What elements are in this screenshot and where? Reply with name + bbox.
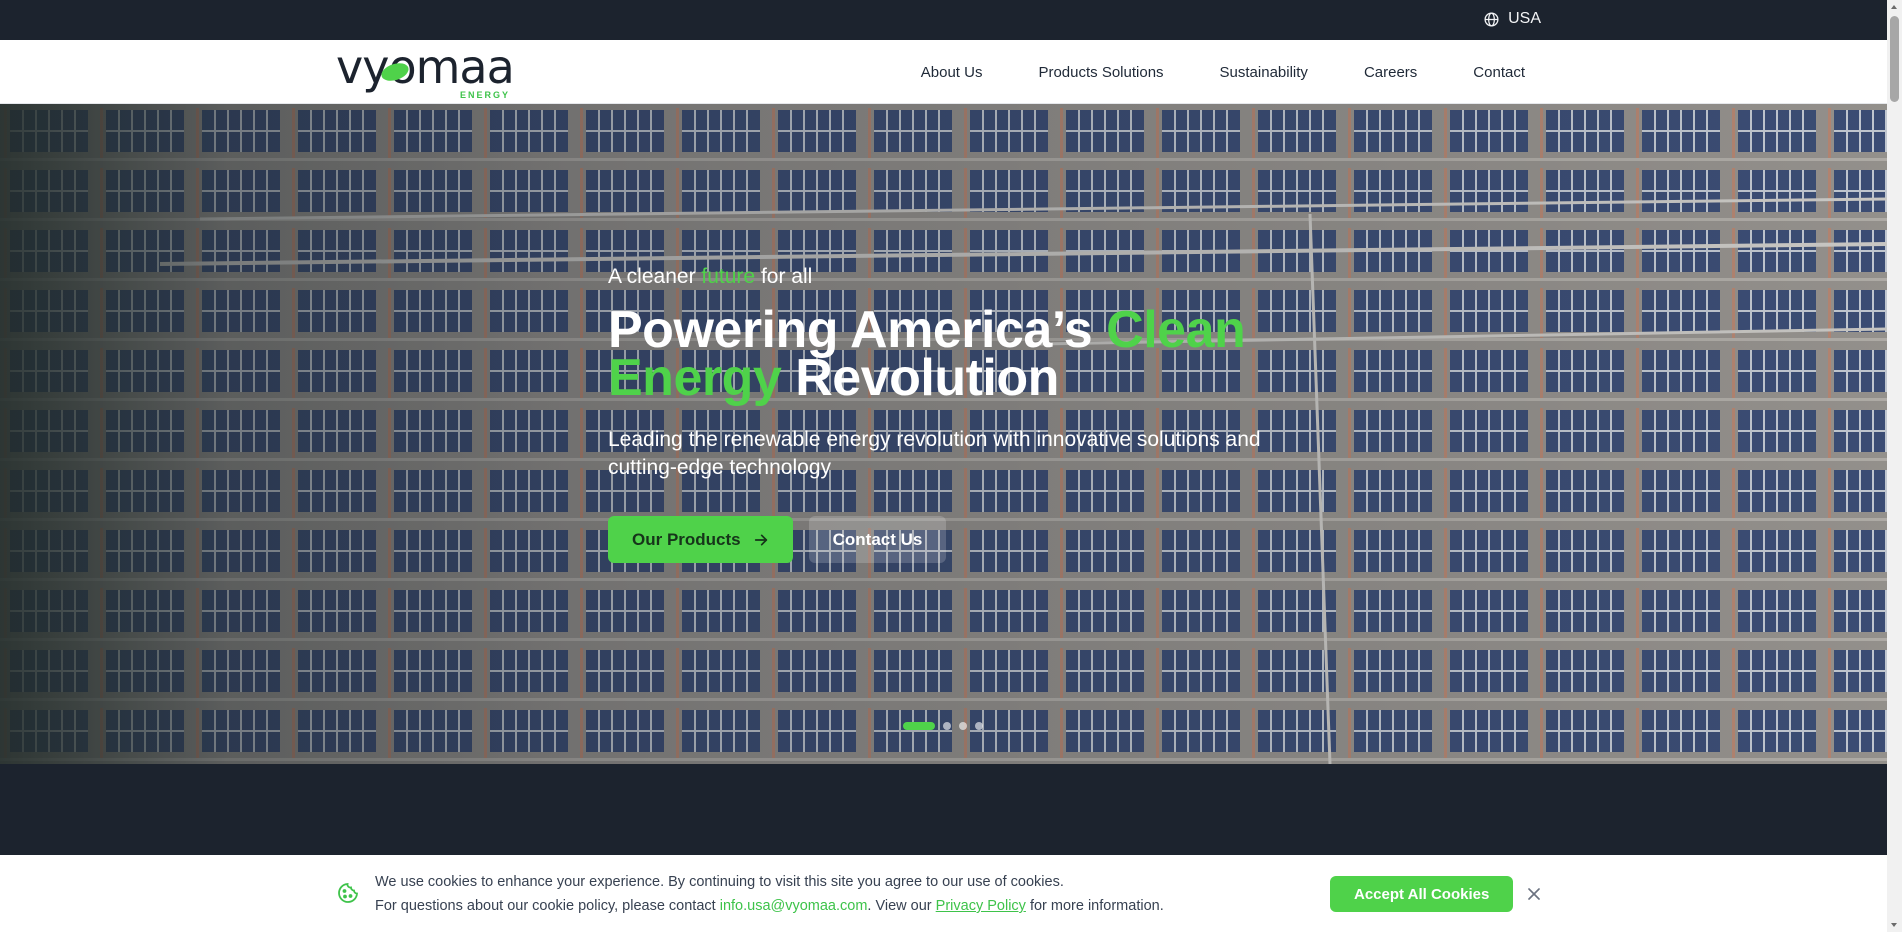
region-selector[interactable]: USA [1483, 10, 1541, 28]
brand-wordmark: vyomaa [336, 40, 515, 94]
scrollbar-thumb[interactable] [1890, 16, 1899, 102]
contact-us-button[interactable]: Contact Us [808, 516, 947, 563]
cookie-email-link[interactable]: info.usa@vyomaa.com [720, 898, 868, 914]
carousel-dot-3[interactable] [959, 722, 967, 730]
close-icon[interactable] [1524, 884, 1544, 904]
nav-links: About Us Products Solutions Sustainabili… [921, 40, 1525, 104]
nav-products-solutions[interactable]: Products Solutions [1038, 64, 1163, 81]
cookie-line-1: We use cookies to enhance your experienc… [375, 874, 1064, 890]
nav-contact[interactable]: Contact [1473, 64, 1525, 81]
leaf-icon [381, 63, 409, 81]
hero-headline: Powering America’s Clean Energy Revoluti… [608, 301, 1246, 407]
privacy-policy-link[interactable]: Privacy Policy [936, 898, 1026, 914]
brand-tagline: ENERGY [460, 90, 511, 100]
page-scrollbar[interactable] [1887, 0, 1902, 932]
region-label: USA [1508, 10, 1541, 27]
hero-buttons: Our Products Contact Us [608, 516, 1328, 563]
hero-eyebrow: A cleaner future for all [608, 265, 813, 288]
carousel-dots [903, 722, 983, 730]
carousel-dot-4[interactable] [975, 722, 983, 730]
main-navigation: vyomaa ENERGY About Us Products Solution… [0, 40, 1887, 104]
nav-about-us[interactable]: About Us [921, 64, 983, 81]
nav-sustainability[interactable]: Sustainability [1220, 64, 1308, 81]
globe-icon [1484, 11, 1499, 27]
hero-content: A cleaner future for all Powering Americ… [608, 264, 1328, 563]
cookie-message: We use cookies to enhance your experienc… [375, 870, 1164, 918]
carousel-dot-1[interactable] [903, 722, 935, 730]
scroll-down-icon[interactable] [1891, 923, 1897, 927]
cookie-line-2: For questions about our cookie policy, p… [375, 898, 1164, 914]
brand-logo[interactable]: vyomaa ENERGY [336, 44, 515, 100]
our-products-button[interactable]: Our Products [608, 516, 793, 563]
cookie-banner: We use cookies to enhance your experienc… [0, 855, 1887, 932]
carousel-dot-2[interactable] [943, 722, 951, 730]
cookie-icon [338, 883, 358, 903]
accept-cookies-button[interactable]: Accept All Cookies [1330, 876, 1514, 912]
hero-subtitle: Leading the renewable energy revolution … [608, 428, 1261, 479]
top-bar: USA [0, 0, 1887, 40]
hero-section: A cleaner future for all Powering Americ… [0, 104, 1887, 764]
scroll-up-icon[interactable] [1891, 5, 1897, 9]
nav-careers[interactable]: Careers [1364, 64, 1417, 81]
arrow-right-icon [754, 534, 767, 545]
